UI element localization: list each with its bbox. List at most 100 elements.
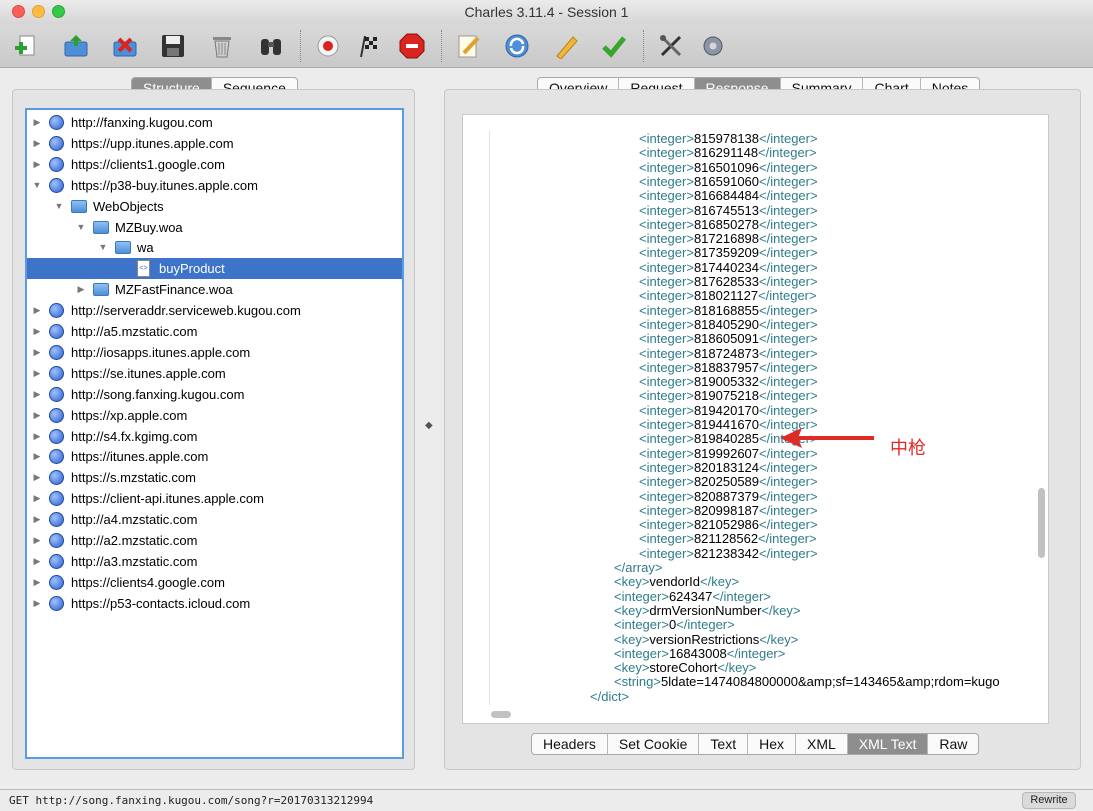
validate-checkmark-icon[interactable] xyxy=(599,31,629,61)
record-icon[interactable] xyxy=(313,31,343,61)
disclosure-collapsed-icon[interactable]: ▶ xyxy=(31,426,43,447)
tree-row-label: https://p53-contacts.icloud.com xyxy=(71,595,251,611)
disclosure-collapsed-icon[interactable]: ▶ xyxy=(31,154,43,175)
disclosure-collapsed-icon[interactable]: ▶ xyxy=(31,488,43,509)
tree-row[interactable]: <> buyProduct xyxy=(27,258,402,280)
edit-pencil-icon[interactable] xyxy=(551,31,581,61)
xml-line: <integer>816291148</integer> xyxy=(639,145,817,161)
tree-row[interactable]: ▶ http://a5.mzstatic.com xyxy=(27,321,402,342)
disclosure-collapsed-icon[interactable]: ▶ xyxy=(31,405,43,426)
tree-row[interactable]: ▶ http://a2.mzstatic.com xyxy=(27,530,402,551)
xml-line: <integer>819075218</integer> xyxy=(639,388,818,404)
globe-icon xyxy=(49,344,64,360)
xml-value: 821052986 xyxy=(693,517,760,533)
disclosure-expanded-icon[interactable]: ▼ xyxy=(31,175,43,196)
clear-trash-icon[interactable] xyxy=(207,31,237,61)
horizontal-scrollbar[interactable] xyxy=(491,711,511,718)
tree-row[interactable]: ▶ http://a3.mzstatic.com xyxy=(27,551,402,572)
close-window-button[interactable] xyxy=(12,5,25,18)
tab-text[interactable]: Text xyxy=(699,734,749,754)
xml-value: 819840285 xyxy=(693,431,760,447)
xml-line: <integer>818605091</integer> xyxy=(639,331,818,347)
new-session-icon[interactable] xyxy=(12,31,42,61)
split-divider-handle[interactable]: ◆ xyxy=(425,420,433,431)
tree-row[interactable]: ▶ http://serveraddr.serviceweb.kugou.com xyxy=(27,300,402,321)
xml-text-content[interactable]: <integer>815978138</integer> <integer>816… xyxy=(489,131,1035,705)
tree-row[interactable]: ▶ https://itunes.apple.com xyxy=(27,446,402,467)
tree-row[interactable]: ▼ wa xyxy=(27,237,402,258)
tree-row[interactable]: ▶ http://a4.mzstatic.com xyxy=(27,509,402,530)
tab-xml[interactable]: XML xyxy=(796,734,848,754)
open-session-icon[interactable] xyxy=(61,31,91,61)
vertical-scrollbar[interactable] xyxy=(1038,488,1045,558)
repeat-icon[interactable] xyxy=(502,31,532,61)
tab-set-cookie[interactable]: Set Cookie xyxy=(608,734,700,754)
xml-line: <integer>818021127</integer> xyxy=(639,288,817,304)
folder-icon xyxy=(93,283,109,297)
tree-row[interactable]: ▶ https://client-api.itunes.apple.com xyxy=(27,488,402,509)
rewrite-badge[interactable]: Rewrite xyxy=(1022,792,1076,809)
tree-row[interactable]: ▶ https://s.mzstatic.com xyxy=(27,467,402,488)
response-view-tabs: Headers Set Cookie Text Hex XML XML Text… xyxy=(531,733,980,755)
tab-raw[interactable]: Raw xyxy=(928,734,978,754)
disclosure-collapsed-icon[interactable]: ▶ xyxy=(31,572,43,593)
tree-row-label: MZBuy.woa xyxy=(115,219,183,235)
disclosure-collapsed-icon[interactable]: ▶ xyxy=(31,530,43,551)
tab-headers[interactable]: Headers xyxy=(532,734,608,754)
tree-row[interactable]: ▶ https://p53-contacts.icloud.com xyxy=(27,593,402,614)
throttle-flag-icon[interactable] xyxy=(355,31,385,61)
disclosure-collapsed-icon[interactable]: ▶ xyxy=(31,321,43,342)
tree-row[interactable]: ▼ https://p38-buy.itunes.apple.com xyxy=(27,175,402,196)
tab-hex[interactable]: Hex xyxy=(748,734,796,754)
disclosure-collapsed-icon[interactable]: ▶ xyxy=(75,279,87,300)
tree-row[interactable]: ▶ https://se.itunes.apple.com xyxy=(27,363,402,384)
file-icon: <> xyxy=(137,260,150,278)
close-session-icon[interactable] xyxy=(110,31,140,61)
xml-line: <integer>820998187</integer> xyxy=(639,502,818,518)
disclosure-collapsed-icon[interactable]: ▶ xyxy=(31,509,43,530)
disclosure-collapsed-icon[interactable]: ▶ xyxy=(31,300,43,321)
xml-line: <integer>16843008</integer> xyxy=(614,645,786,661)
settings-gear-icon[interactable] xyxy=(698,31,728,61)
disclosure-collapsed-icon[interactable]: ▶ xyxy=(31,363,43,384)
tab-xml-text[interactable]: XML Text xyxy=(847,734,929,754)
disclosure-collapsed-icon[interactable]: ▶ xyxy=(31,342,43,363)
disclosure-collapsed-icon[interactable]: ▶ xyxy=(31,384,43,405)
disclosure-collapsed-icon[interactable]: ▶ xyxy=(31,467,43,488)
disclosure-collapsed-icon[interactable]: ▶ xyxy=(31,112,43,133)
disclosure-expanded-icon[interactable]: ▼ xyxy=(75,217,87,238)
tree-row[interactable]: ▶ https://clients4.google.com xyxy=(27,572,402,593)
disclosure-expanded-icon[interactable]: ▼ xyxy=(97,237,109,258)
minimize-window-button[interactable] xyxy=(32,5,45,18)
tree-row[interactable]: ▶ MZFastFinance.woa xyxy=(27,279,402,300)
tree-row[interactable]: ▶ http://fanxing.kugou.com xyxy=(27,112,402,133)
xml-line: <integer>819420170</integer> xyxy=(639,402,818,418)
tree-row[interactable]: ▶ https://clients1.google.com xyxy=(27,154,402,175)
host-tree[interactable]: ▶ http://fanxing.kugou.com ▶ https://upp.it… xyxy=(25,108,404,759)
status-bar: GET http://song.fanxing.kugou.com/song?r… xyxy=(0,789,1093,811)
disclosure-collapsed-icon[interactable]: ▶ xyxy=(31,446,43,467)
tree-row[interactable]: ▼ MZBuy.woa xyxy=(27,217,402,238)
xml-line: <integer>0</integer> xyxy=(614,617,735,633)
disclosure-collapsed-icon[interactable]: ▶ xyxy=(31,593,43,614)
disclosure-collapsed-icon[interactable]: ▶ xyxy=(31,133,43,154)
breakpoints-stop-icon[interactable] xyxy=(397,31,427,61)
tree-row[interactable]: ▶ https://xp.apple.com xyxy=(27,405,402,426)
tree-row[interactable]: ▶ https://upp.itunes.apple.com xyxy=(27,133,402,154)
tree-row[interactable]: ▶ http://song.fanxing.kugou.com xyxy=(27,384,402,405)
xml-value: 821128562 xyxy=(693,531,759,547)
compose-edit-icon[interactable] xyxy=(454,31,484,61)
xml-value: 821238342 xyxy=(693,545,760,561)
tree-row-label: wa xyxy=(137,240,154,256)
find-binoculars-icon[interactable] xyxy=(256,31,286,61)
zoom-window-button[interactable] xyxy=(52,5,65,18)
tree-row[interactable]: ▶ http://s4.fx.kgimg.com xyxy=(27,426,402,447)
disclosure-expanded-icon[interactable]: ▼ xyxy=(53,196,65,217)
globe-icon xyxy=(49,386,64,402)
tree-row[interactable]: ▼ WebObjects xyxy=(27,196,402,217)
tools-icon[interactable] xyxy=(656,31,686,61)
disclosure-collapsed-icon[interactable]: ▶ xyxy=(31,551,43,572)
tree-row[interactable]: ▶ http://iosapps.itunes.apple.com xyxy=(27,342,402,363)
save-icon[interactable] xyxy=(158,31,188,61)
tree-row-label: https://xp.apple.com xyxy=(71,407,188,423)
